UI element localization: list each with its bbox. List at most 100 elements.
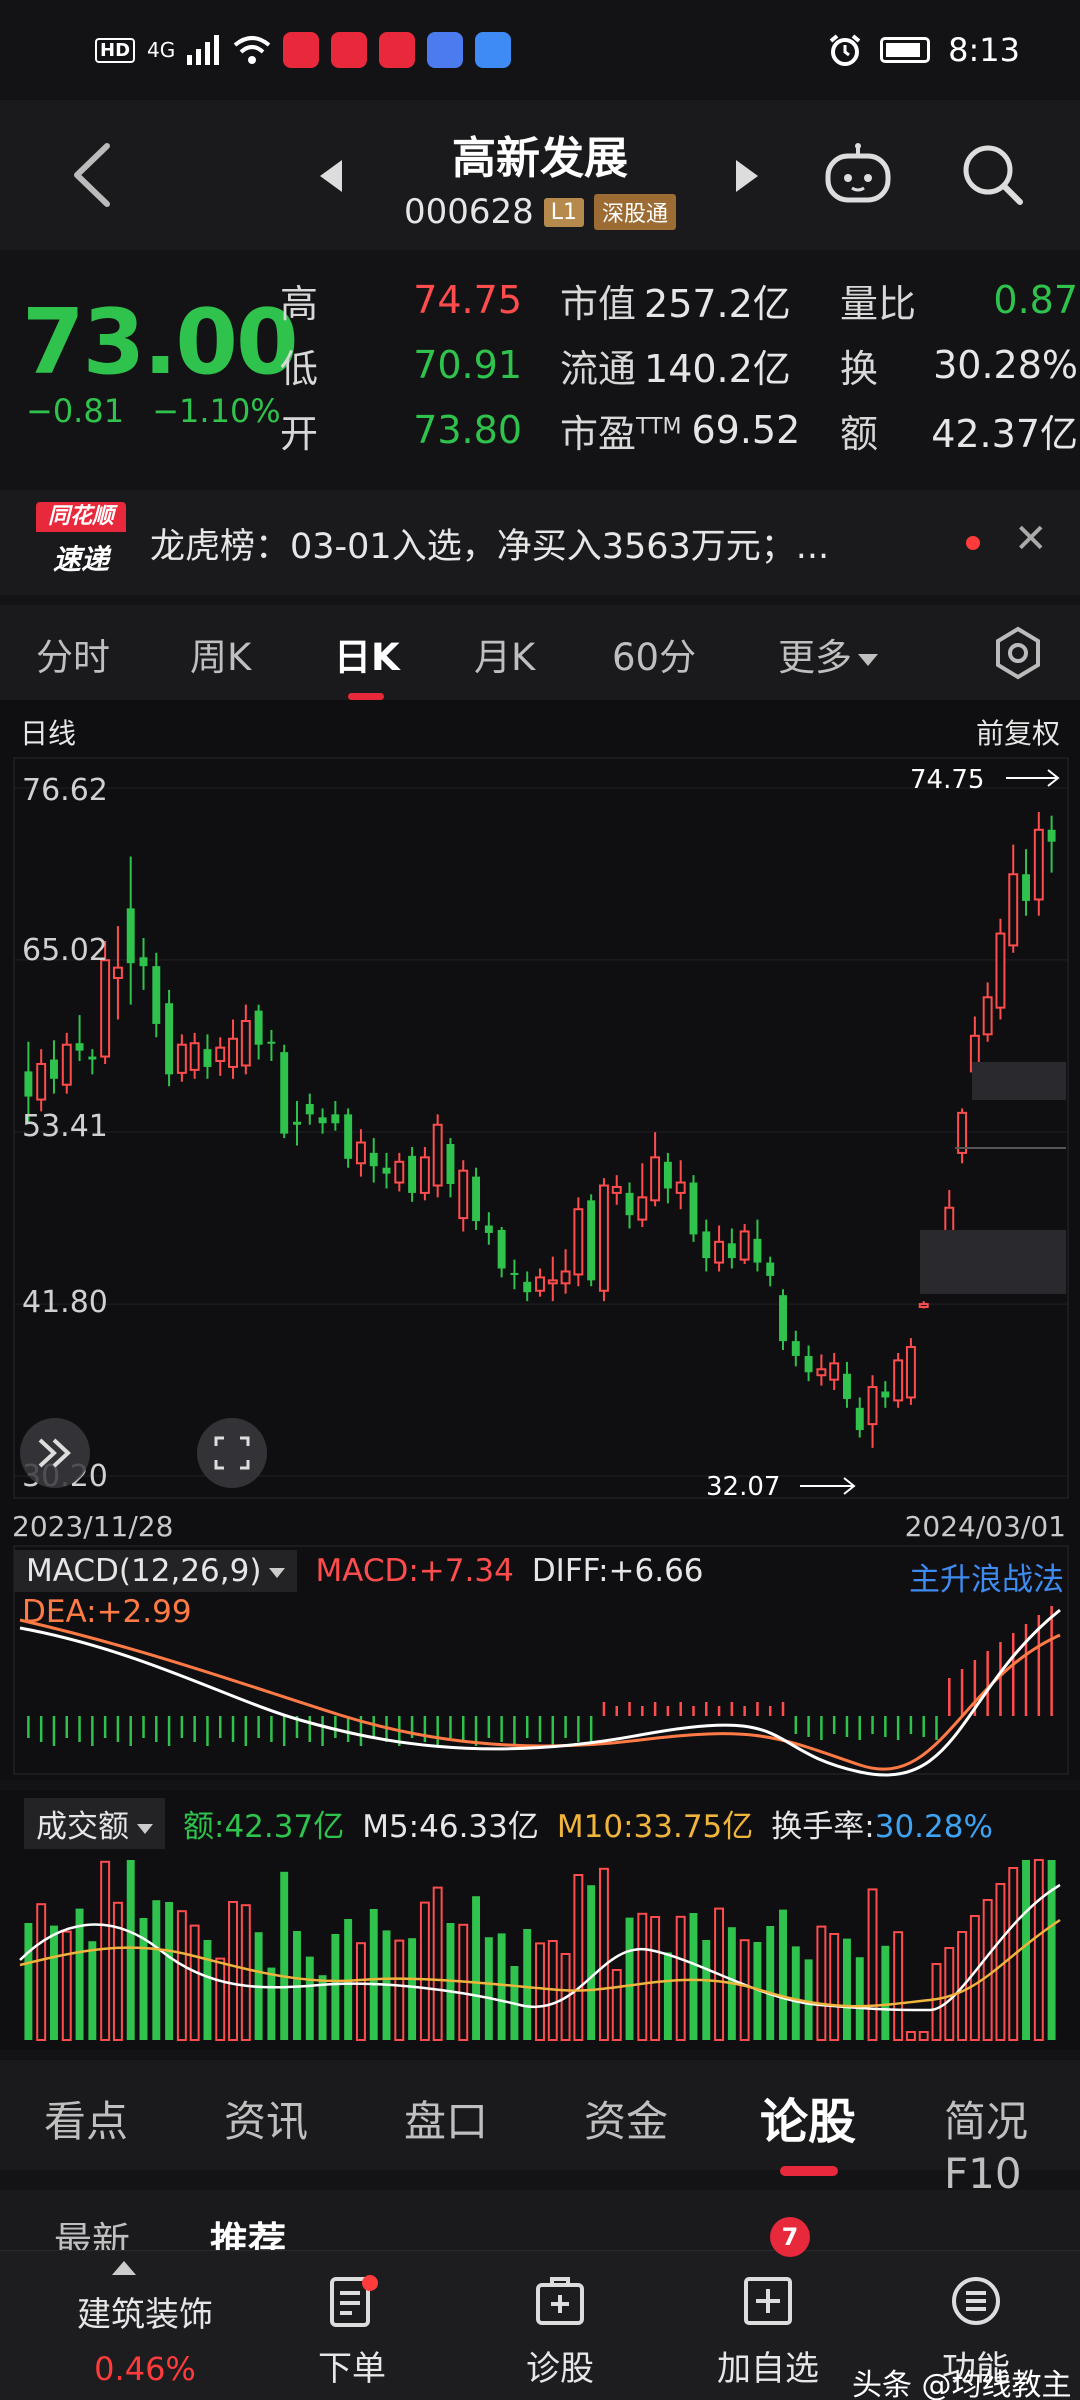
volume-selector[interactable]: 成交额 [24,1798,165,1849]
volume-bar [611,1969,622,2041]
volume-panel[interactable]: 成交额 额:42.37亿 M5:46.33亿 M10:33.75亿 换手率:30… [0,1790,1080,2050]
subtab-recommended[interactable]: 推荐 [210,2210,286,2250]
macd-selector-label: MACD(12,26,9) [26,1553,262,1589]
candle-down [727,1243,736,1259]
turnover-value-cell: 30.28% [920,335,1078,395]
network-label: 4G [147,38,176,62]
tab-highlights[interactable]: 看点 [44,2088,128,2149]
candle-up [189,1042,200,1071]
float-row: 流通 140.2亿 [560,335,800,395]
volume-bar [484,1937,493,2040]
volume-bars [24,1859,1056,2042]
candle-up [100,959,111,1058]
tab-news[interactable]: 资讯 [224,2088,308,2149]
tab-more[interactable]: 更多 [778,627,878,681]
sector-name: 建筑装饰 [77,2295,213,2335]
app-notification-icon [427,32,464,68]
tab-discussion[interactable]: 论股 [760,2082,856,2152]
volume-bar [203,1940,212,2040]
news-headline[interactable]: 龙虎榜：03-01入选，净买入3563万元；... [150,518,930,569]
chevron-down-icon [269,1567,286,1578]
tab-intraday[interactable]: 分时 [36,627,110,681]
candle-up [394,1160,405,1184]
volume-bar [189,1924,200,2042]
tab-daily[interactable]: 日K [334,627,400,681]
candle-up [829,1362,840,1381]
high-label: 高 [280,281,319,326]
tab-monthly[interactable]: 月K [474,627,535,681]
change-value: −0.81 [26,392,125,430]
volume-bar [689,1913,698,2040]
candle-down [24,1071,33,1097]
m5-legend: M5:46.33亿 [362,1809,539,1845]
add-watchlist-button[interactable]: 加自选 [698,2271,838,2390]
diagnose-button[interactable]: 诊股 [490,2271,630,2390]
amount-value: 42.37亿 [931,411,1078,456]
volume-bar [75,1908,84,2040]
candle-up [228,1037,239,1068]
macd-value: MACD:+7.34 [315,1553,514,1589]
volume-bar [931,1963,942,2041]
high-value: 74.75 [413,278,522,322]
order-button[interactable]: 下单 [282,2271,422,2390]
robot-assistant-icon[interactable] [822,142,894,206]
macd-selector[interactable]: MACD(12,26,9) [14,1550,298,1592]
news-ticker[interactable]: 同花顺 速递 龙虎榜：03-01入选，净买入3563万元；... ✕ [0,490,1080,595]
candles [24,812,1056,1448]
tab-profile[interactable]: 简况F10 [944,2088,1080,2198]
volume-bar [637,1912,648,2041]
turnover-row: 换 [840,335,878,395]
tab-60min[interactable]: 60分 [612,627,696,681]
volume-bar [331,1934,340,2040]
status-right: 8:13 [828,31,1020,69]
pe-label: 市盈TTM [560,411,682,456]
volume-bar [100,1860,111,2041]
volume-bar [112,1901,123,2041]
diagnose-icon [536,2277,584,2325]
next-stock-button[interactable] [736,160,758,192]
tab-weekly[interactable]: 周K [190,627,251,681]
candle-down [318,1117,327,1124]
active-tab-indicator [780,2166,838,2176]
subtab-latest[interactable]: 最新 [54,2210,130,2250]
previous-stock-button[interactable] [320,160,342,192]
tab-funds[interactable]: 资金 [584,2088,668,2149]
kline-panel[interactable]: 日线 前复权 76.62 65.02 53.41 41.80 30.20 74.… [0,700,1080,1540]
volume-bar [432,1886,443,2041]
diff-value: DIFF:+6.66 [531,1553,704,1589]
candle-up [995,932,1006,1009]
candle-up [637,1196,648,1221]
strategy-link[interactable]: 主升浪战法 [909,1554,1064,1599]
volume-bar [881,1945,890,2040]
add-watchlist-label: 加自选 [717,2349,819,2389]
chevron-up-icon[interactable] [112,2261,136,2275]
tab-orderbook[interactable]: 盘口 [404,2088,488,2149]
dea-value: DEA:+2.99 [22,1594,192,1630]
amount-legend: 额:42.37亿 [183,1809,345,1845]
back-icon[interactable] [65,140,125,210]
settings-icon[interactable] [990,625,1046,681]
signal-icon [187,35,220,65]
candle-up [611,1185,622,1194]
volume-bar [165,1902,174,2040]
chevron-down-icon [858,653,878,666]
change-percent: −1.10% [152,392,281,430]
volume-bar [280,1871,289,2040]
candle-down [702,1231,711,1259]
search-icon[interactable] [960,142,1024,206]
open-row: 开 [280,400,318,460]
macd-panel[interactable]: MACD(12,26,9) MACD:+7.34 DIFF:+6.66 主升浪战… [0,1540,1080,1780]
fullscreen-icon[interactable] [197,1418,267,1488]
m10-legend: M10:33.75亿 [556,1809,754,1845]
float-value: 140.2亿 [644,346,791,391]
diff-line [19,1608,1061,1777]
menu-icon [952,2277,1000,2325]
expand-icon[interactable] [20,1418,90,1488]
volume-bar [893,1931,904,2041]
mktcap-value: 257.2亿 [644,281,791,326]
candle-down [382,1167,391,1174]
candle-up [215,1046,226,1063]
sector-indicator[interactable]: 建筑装饰 0.46% [50,2287,240,2388]
close-icon[interactable]: ✕ [1014,516,1048,562]
max-price-label: 74.75 [910,765,984,795]
